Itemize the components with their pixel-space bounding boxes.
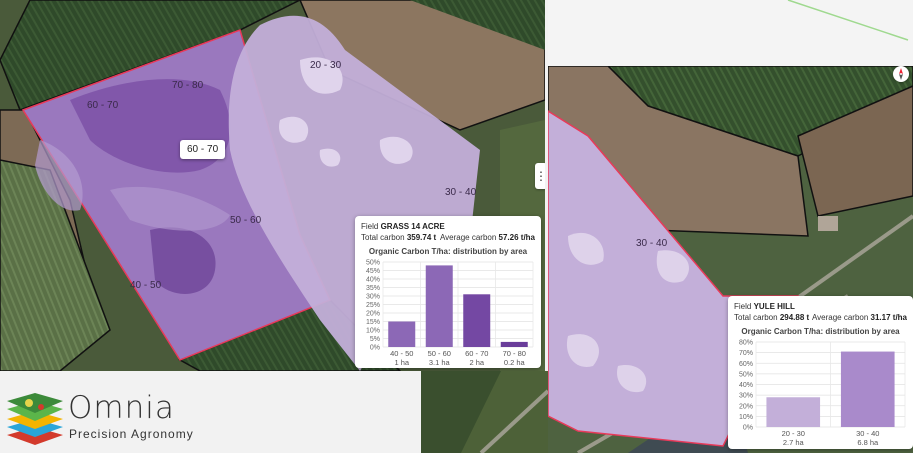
x-tick-label: 60 - 70 bbox=[465, 349, 488, 358]
y-tick-label: 20% bbox=[366, 311, 380, 318]
y-tick-label: 30% bbox=[739, 393, 753, 400]
field-label: Field bbox=[361, 222, 379, 231]
x-sublabel: 1 ha bbox=[394, 358, 409, 367]
map-blank-area bbox=[548, 0, 913, 66]
average-carbon-label: Average carbon bbox=[811, 313, 869, 322]
x-sublabel: 3.1 ha bbox=[429, 358, 451, 367]
y-tick-label: 50% bbox=[739, 371, 753, 378]
field-info-card-left: Field GRASS 14 ACRE Total carbon 359.74 … bbox=[355, 216, 541, 368]
bar-70-80[interactable] bbox=[500, 341, 528, 347]
field-info-card-right: Field YULE HILL Total carbon 294.88 t Av… bbox=[728, 296, 913, 449]
zone-label-20-30: 20 - 30 bbox=[310, 60, 342, 71]
y-tick-label: 5% bbox=[370, 336, 380, 343]
bar-20-30[interactable] bbox=[766, 397, 821, 427]
zone-label-60-70: 60 - 70 bbox=[87, 100, 119, 111]
field-name: GRASS 14 ACRE bbox=[380, 222, 445, 231]
y-tick-label: 15% bbox=[366, 319, 380, 326]
y-tick-label: 40% bbox=[366, 277, 380, 284]
bar-50-60[interactable] bbox=[425, 265, 453, 347]
zone-label-30-40: 30 - 40 bbox=[445, 187, 477, 198]
omnia-logo-area bbox=[0, 371, 421, 453]
bar-30-40[interactable] bbox=[840, 351, 895, 427]
carbon-summary-row: Total carbon 359.74 t Average carbon 57.… bbox=[355, 232, 541, 243]
carbon-distribution-chart-right: 0% 10% 20% 30% 40% 50% 60% 70% 80% 20 - 302.7 ha 3… bbox=[739, 340, 906, 447]
carbon-summary-row: Total carbon 294.88 t Average carbon 31.… bbox=[728, 312, 913, 323]
y-tick-label: 35% bbox=[366, 285, 380, 292]
y-tick-label: 0% bbox=[743, 425, 753, 432]
x-tick-label: 20 - 30 bbox=[782, 429, 805, 438]
total-carbon-value: 359.74 t bbox=[406, 233, 437, 242]
zone-label-40-50: 40 - 50 bbox=[130, 280, 162, 291]
field-label: Field bbox=[734, 302, 752, 311]
zone-label-50-60: 50 - 60 bbox=[230, 215, 262, 226]
bar-60-70[interactable] bbox=[463, 294, 491, 347]
map-menu-button[interactable]: ⋮ bbox=[535, 163, 545, 189]
y-tick-label: 30% bbox=[366, 294, 380, 301]
y-tick-label: 25% bbox=[366, 302, 380, 309]
average-carbon-value: 57.26 t/ha bbox=[498, 233, 535, 242]
average-carbon-label: Average carbon bbox=[439, 233, 497, 242]
middle-map-strip bbox=[421, 371, 548, 453]
total-carbon-label: Total carbon bbox=[734, 313, 778, 322]
x-tick-label: 50 - 60 bbox=[428, 349, 451, 358]
omnia-tagline: Precision Agronomy bbox=[69, 427, 194, 441]
x-sublabel: 6.8 ha bbox=[857, 438, 879, 447]
y-tick-label: 80% bbox=[739, 340, 753, 347]
chart-title: Organic Carbon T/ha: distribution by are… bbox=[741, 327, 900, 336]
omnia-logo-text: Omnia bbox=[68, 390, 175, 426]
y-tick-label: 60% bbox=[739, 361, 753, 368]
carbon-distribution-chart-left: 0% 5%10% 15%20% 25%30% 35%40% 45%50% 40 - 501 … bbox=[366, 260, 534, 367]
y-tick-label: 50% bbox=[366, 260, 380, 267]
bar-40-50[interactable] bbox=[388, 321, 416, 348]
y-tick-label: 10% bbox=[739, 414, 753, 421]
compass-icon[interactable] bbox=[893, 66, 909, 82]
x-sublabel: 0.2 ha bbox=[504, 358, 526, 367]
omnia-layers-icon bbox=[7, 393, 63, 445]
zone-tooltip: 60 - 70 bbox=[180, 140, 226, 159]
y-tick-label: 0% bbox=[370, 345, 380, 352]
field-name: YULE HILL bbox=[753, 302, 795, 311]
y-tick-label: 45% bbox=[366, 268, 380, 275]
x-sublabel: 2 ha bbox=[469, 358, 484, 367]
right-field-map[interactable]: 30 - 40 Field YULE HILL Total carbon 294… bbox=[548, 0, 913, 453]
vertical-dots-icon: ⋮ bbox=[535, 169, 545, 183]
x-tick-label: 30 - 40 bbox=[856, 429, 879, 438]
y-tick-label: 40% bbox=[739, 382, 753, 389]
x-sublabel: 2.7 ha bbox=[783, 438, 805, 447]
field-name-row: Field YULE HILL bbox=[728, 296, 913, 312]
zone-label-30-40-right: 30 - 40 bbox=[636, 238, 668, 249]
y-tick-label: 20% bbox=[739, 403, 753, 410]
field-name-row: Field GRASS 14 ACRE bbox=[355, 216, 541, 232]
x-tick-label: 70 - 80 bbox=[503, 349, 526, 358]
x-tick-label: 40 - 50 bbox=[390, 349, 413, 358]
y-tick-label: 70% bbox=[739, 350, 753, 357]
zone-label-70-80: 70 - 80 bbox=[172, 80, 204, 91]
average-carbon-value: 31.17 t/ha bbox=[870, 313, 907, 322]
total-carbon-label: Total carbon bbox=[361, 233, 405, 242]
left-field-map[interactable]: 60 - 70 70 - 80 20 - 30 30 - 40 50 - 60 … bbox=[0, 0, 545, 371]
total-carbon-value: 294.88 t bbox=[779, 313, 810, 322]
chart-title: Organic Carbon T/ha: distribution by are… bbox=[368, 247, 528, 256]
y-tick-label: 10% bbox=[366, 328, 380, 335]
